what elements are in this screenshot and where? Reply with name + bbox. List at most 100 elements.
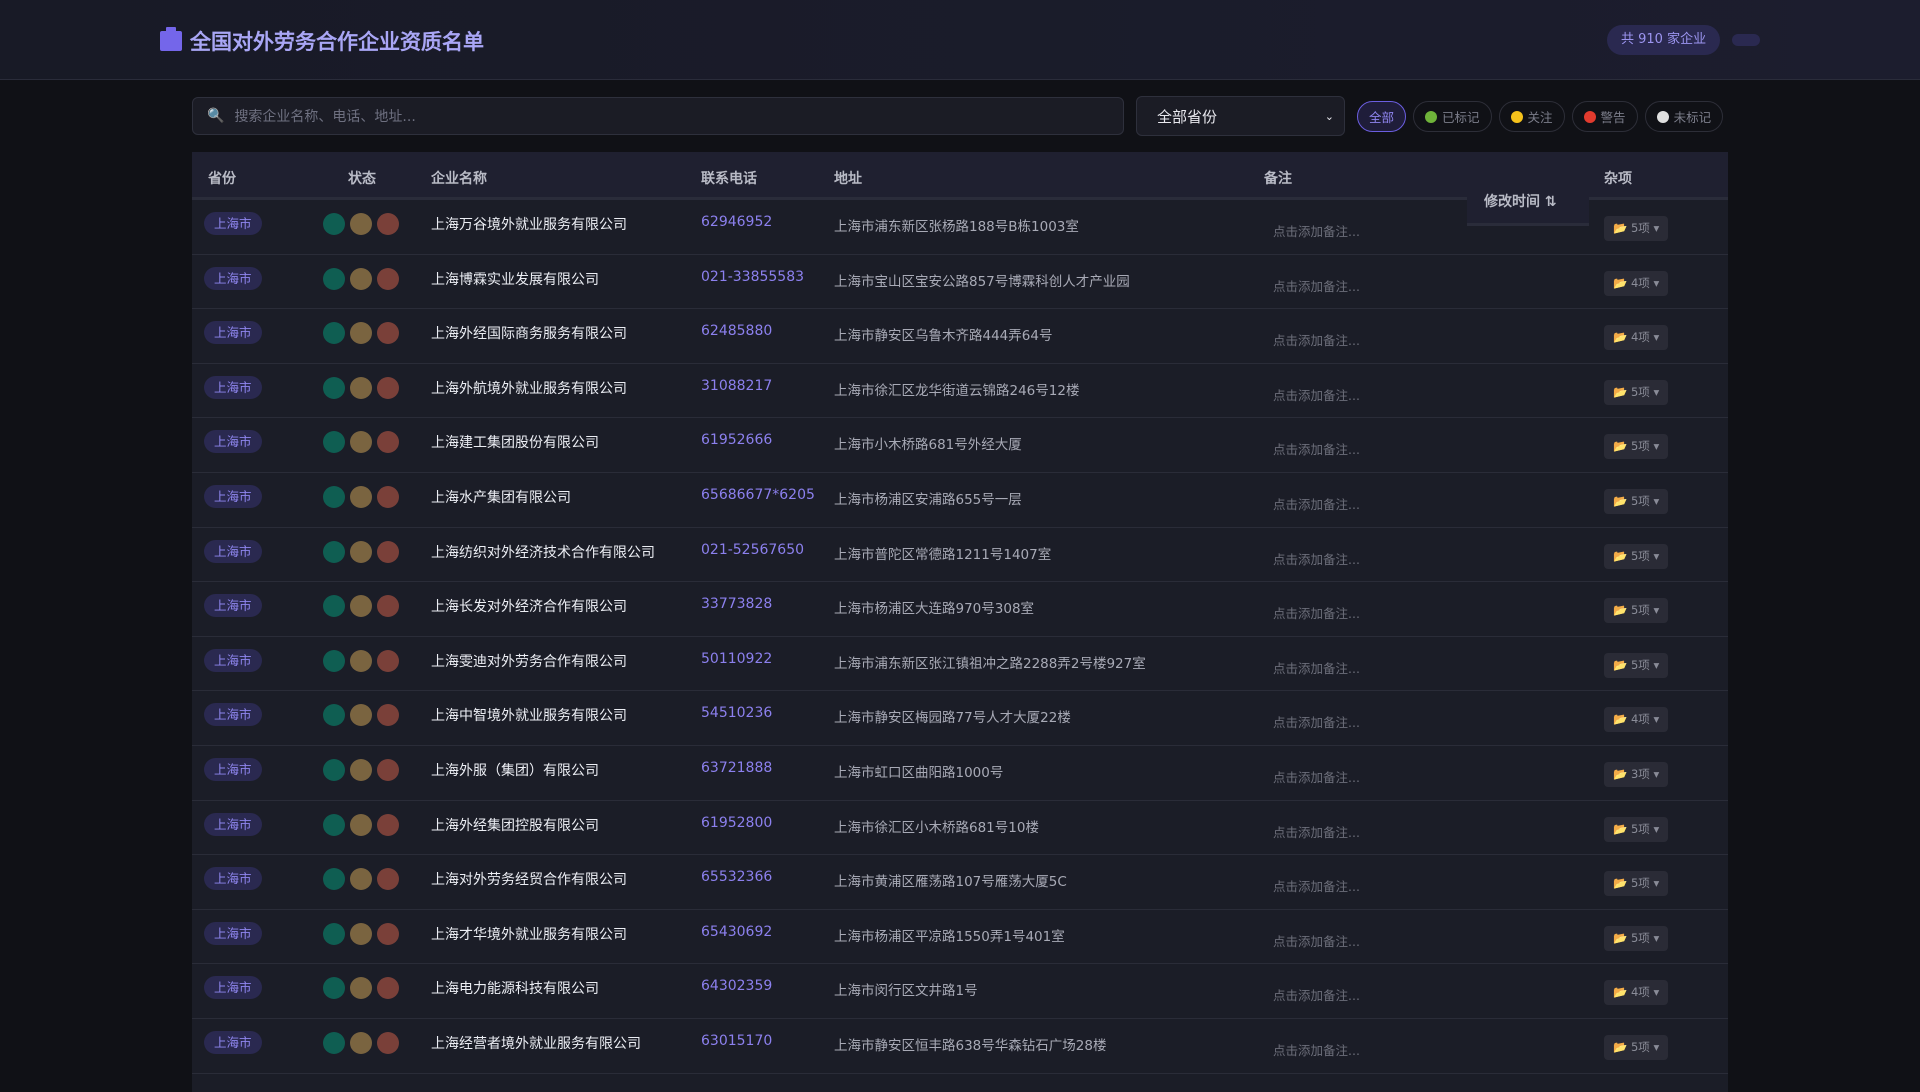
warning-status-button[interactable] xyxy=(377,813,399,836)
follow-status-button[interactable] xyxy=(350,704,372,727)
phone-link[interactable]: 61952800 xyxy=(701,815,772,831)
note-input[interactable]: 点击添加备注... xyxy=(1273,767,1360,786)
phone-link[interactable]: 021-52567650 xyxy=(701,542,804,558)
filter-chip[interactable]: 已标记 xyxy=(1413,101,1492,132)
mark-status-button[interactable] xyxy=(323,758,345,781)
misc-dropdown[interactable]: 📂 5项 ▾ xyxy=(1604,652,1669,678)
mark-status-button[interactable] xyxy=(323,704,345,727)
misc-dropdown[interactable]: 📂 5项 ▾ xyxy=(1604,816,1669,842)
mark-status-button[interactable] xyxy=(323,376,345,399)
warning-status-button[interactable] xyxy=(377,485,399,508)
mark-status-button[interactable] xyxy=(323,322,345,345)
follow-status-button[interactable] xyxy=(350,267,372,290)
note-input[interactable]: 点击添加备注... xyxy=(1273,876,1360,895)
phone-link[interactable]: 64302359 xyxy=(701,978,772,994)
warning-status-button[interactable] xyxy=(377,540,399,563)
note-input[interactable]: 点击添加备注... xyxy=(1273,603,1360,622)
mark-status-button[interactable] xyxy=(323,813,345,836)
warning-status-button[interactable] xyxy=(377,267,399,290)
misc-dropdown[interactable]: 📂 5项 ▾ xyxy=(1604,434,1669,460)
header-action-button[interactable] xyxy=(1732,34,1760,46)
note-input[interactable]: 点击添加备注... xyxy=(1273,549,1360,568)
misc-dropdown[interactable]: 📂 5项 ▾ xyxy=(1604,598,1669,624)
warning-status-button[interactable] xyxy=(377,868,399,891)
misc-dropdown[interactable]: 📂 5项 ▾ xyxy=(1604,488,1669,514)
misc-dropdown[interactable]: 📂 5项 ▾ xyxy=(1604,871,1669,897)
follow-status-button[interactable] xyxy=(350,922,372,945)
mark-status-button[interactable] xyxy=(323,595,345,618)
follow-status-button[interactable] xyxy=(350,977,372,1000)
misc-dropdown[interactable]: 📂 5项 ▾ xyxy=(1604,543,1669,569)
warning-status-button[interactable] xyxy=(377,322,399,345)
warning-status-button[interactable] xyxy=(377,595,399,618)
warning-status-button[interactable] xyxy=(377,1031,399,1054)
phone-link[interactable]: 33773828 xyxy=(701,596,772,612)
mark-status-button[interactable] xyxy=(323,540,345,563)
follow-status-button[interactable] xyxy=(350,758,372,781)
follow-status-button[interactable] xyxy=(350,322,372,345)
phone-link[interactable]: 65532366 xyxy=(701,869,772,885)
follow-status-button[interactable] xyxy=(350,213,372,235)
follow-status-button[interactable] xyxy=(350,431,372,454)
filter-chip[interactable]: 全部 xyxy=(1357,101,1407,132)
follow-status-button[interactable] xyxy=(350,485,372,508)
mark-status-button[interactable] xyxy=(323,431,345,454)
search-input[interactable]: 🔍 搜索企业名称、电话、地址... xyxy=(192,97,1124,135)
mark-status-button[interactable] xyxy=(323,485,345,508)
note-input[interactable]: 点击添加备注... xyxy=(1273,822,1360,841)
follow-status-button[interactable] xyxy=(350,595,372,618)
warning-status-button[interactable] xyxy=(377,922,399,945)
note-input[interactable]: 点击添加备注... xyxy=(1273,439,1360,458)
note-input[interactable]: 点击添加备注... xyxy=(1273,330,1360,349)
warning-status-button[interactable] xyxy=(377,431,399,454)
phone-link[interactable]: 54510236 xyxy=(701,705,772,721)
note-input[interactable]: 点击添加备注... xyxy=(1273,931,1360,950)
note-input[interactable]: 点击添加备注... xyxy=(1273,712,1360,731)
filter-chip[interactable]: 关注 xyxy=(1498,101,1565,132)
province-select[interactable]: 全部省份 ⌄ xyxy=(1136,96,1345,136)
phone-link[interactable]: 62485880 xyxy=(701,323,772,339)
phone-link[interactable]: 65686677*6205 xyxy=(701,487,815,503)
phone-link[interactable]: 63015170 xyxy=(701,1033,772,1049)
filter-chip[interactable]: 未标记 xyxy=(1644,101,1724,132)
phone-link[interactable]: 63721888 xyxy=(701,760,772,776)
mark-status-button[interactable] xyxy=(323,977,345,1000)
follow-status-button[interactable] xyxy=(350,649,372,672)
follow-status-button[interactable] xyxy=(350,376,372,399)
mark-status-button[interactable] xyxy=(323,649,345,672)
phone-link[interactable]: 65430692 xyxy=(701,924,772,940)
note-input[interactable]: 点击添加备注... xyxy=(1273,276,1360,295)
misc-dropdown[interactable]: 📂 3项 ▾ xyxy=(1604,761,1669,787)
follow-status-button[interactable] xyxy=(350,813,372,836)
mark-status-button[interactable] xyxy=(323,922,345,945)
follow-status-button[interactable] xyxy=(350,1031,372,1054)
warning-status-button[interactable] xyxy=(377,213,399,235)
note-input[interactable]: 点击添加备注... xyxy=(1273,385,1360,404)
misc-dropdown[interactable]: 📂 5项 ▾ xyxy=(1604,1034,1669,1060)
misc-dropdown[interactable]: 📂 4项 ▾ xyxy=(1604,325,1669,351)
misc-dropdown[interactable]: 📂 5项 ▾ xyxy=(1604,925,1669,951)
mark-status-button[interactable] xyxy=(323,267,345,290)
note-input[interactable]: 点击添加备注... xyxy=(1273,985,1360,1004)
phone-link[interactable]: 61952666 xyxy=(701,432,772,448)
misc-dropdown[interactable]: 📂 4项 ▾ xyxy=(1604,980,1669,1006)
note-input[interactable]: 点击添加备注... xyxy=(1273,494,1360,513)
warning-status-button[interactable] xyxy=(377,977,399,1000)
warning-status-button[interactable] xyxy=(377,649,399,672)
follow-status-button[interactable] xyxy=(350,868,372,891)
misc-dropdown[interactable]: 📂 5项 ▾ xyxy=(1604,216,1669,241)
phone-link[interactable]: 50110922 xyxy=(701,651,772,667)
misc-dropdown[interactable]: 📂 4项 ▾ xyxy=(1604,270,1669,296)
misc-dropdown[interactable]: 📂 4项 ▾ xyxy=(1604,707,1669,733)
follow-status-button[interactable] xyxy=(350,540,372,563)
warning-status-button[interactable] xyxy=(377,758,399,781)
warning-status-button[interactable] xyxy=(377,704,399,727)
phone-link[interactable]: 021-33855583 xyxy=(701,269,804,285)
mark-status-button[interactable] xyxy=(323,213,345,235)
mark-status-button[interactable] xyxy=(323,1031,345,1054)
note-input[interactable]: 点击添加备注... xyxy=(1273,1040,1360,1059)
phone-link[interactable]: 31088217 xyxy=(701,378,772,394)
mark-status-button[interactable] xyxy=(323,868,345,891)
note-input[interactable]: 点击添加备注... xyxy=(1273,221,1360,240)
misc-dropdown[interactable]: 📂 5项 ▾ xyxy=(1604,379,1669,405)
